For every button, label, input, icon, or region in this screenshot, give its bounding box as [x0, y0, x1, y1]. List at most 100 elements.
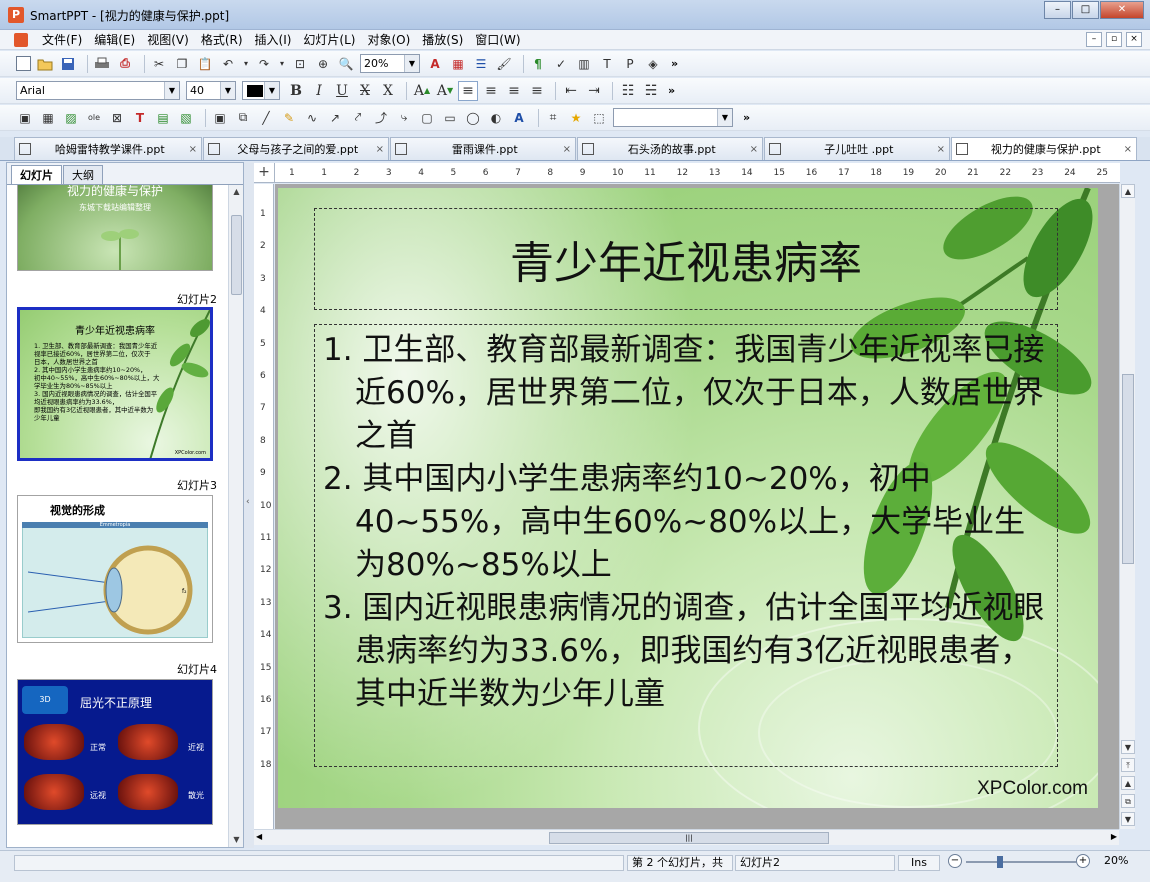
- wordart-icon[interactable]: A: [510, 109, 528, 127]
- font-size-combo[interactable]: 40 ▼: [186, 81, 236, 100]
- doc-tab[interactable]: 父母与孩子之间的爱.ppt ×: [203, 137, 389, 160]
- menu-insert[interactable]: 插入(I): [249, 31, 298, 48]
- chevron-down-icon[interactable]: ▼: [264, 82, 279, 99]
- collapse-icon[interactable]: ‹: [246, 497, 250, 507]
- media-icon[interactable]: ▧: [177, 109, 195, 127]
- zoom-out-icon[interactable]: −: [948, 854, 962, 868]
- canvas-vscrollbar[interactable]: ▲ ▼ ⤒ ▲ ⧉ ▼: [1119, 184, 1135, 829]
- canvas-hscroll-thumb[interactable]: |||: [549, 832, 829, 844]
- minimize-button[interactable]: –: [1044, 1, 1071, 19]
- scroll-down-icon[interactable]: ▼: [229, 833, 244, 847]
- undo-icon[interactable]: ↶: [219, 55, 237, 73]
- zoom-combo[interactable]: 20% ▼: [360, 54, 420, 73]
- more-tools-icon[interactable]: »: [671, 57, 678, 70]
- fit-icon[interactable]: ⊡: [291, 55, 309, 73]
- redo-icon[interactable]: ↷: [255, 55, 273, 73]
- align-left-icon[interactable]: ≡: [458, 80, 478, 101]
- panel-scrollbar[interactable]: ▲ ▼: [228, 185, 243, 847]
- justify-icon[interactable]: ≡: [527, 81, 547, 101]
- doc-tab[interactable]: 哈姆雷特教学课件.ppt ×: [14, 137, 202, 160]
- picture-icon[interactable]: ▨: [62, 109, 80, 127]
- print-icon[interactable]: [93, 55, 111, 73]
- tab-close-icon[interactable]: ×: [376, 144, 384, 155]
- menu-view[interactable]: 视图(V): [141, 31, 195, 48]
- frame-icon[interactable]: ▣: [16, 109, 34, 127]
- tab-close-icon[interactable]: ×: [189, 144, 197, 155]
- menu-object[interactable]: 对象(O): [361, 31, 416, 48]
- tab-close-icon[interactable]: ×: [1124, 144, 1132, 155]
- text-t-icon[interactable]: T: [598, 55, 616, 73]
- underline-icon[interactable]: U: [332, 81, 352, 101]
- maximize-button[interactable]: □: [1072, 1, 1099, 19]
- shrink-font-icon[interactable]: A ▼: [435, 81, 455, 101]
- next-slide-icon[interactable]: ▼: [1121, 812, 1135, 826]
- paragraph-icon[interactable]: ¶: [529, 55, 547, 73]
- shapes-icon[interactable]: ◐: [487, 109, 505, 127]
- redo-dropdown-icon[interactable]: ▾: [278, 55, 286, 73]
- line-icon[interactable]: ╱: [257, 109, 275, 127]
- align-right-icon[interactable]: ≡: [504, 81, 524, 101]
- italic-icon[interactable]: I: [309, 81, 329, 101]
- text-box-icon[interactable]: T: [131, 109, 149, 127]
- curved-connector-icon[interactable]: ⤷: [395, 109, 413, 127]
- zoom-icon[interactable]: ⊕: [314, 55, 332, 73]
- menu-window[interactable]: 窗口(W): [469, 31, 526, 48]
- more-format-icon[interactable]: »: [668, 84, 675, 97]
- undo-dropdown-icon[interactable]: ▾: [242, 55, 250, 73]
- chart-icon[interactable]: ▥: [575, 55, 593, 73]
- slide-thumbnail-2[interactable]: 青少年近视患病率 1. 卫生部、教育部最新调查：我国青少年近 视率已接近60%，…: [17, 307, 213, 461]
- doc-tab-active[interactable]: 视力的健康与保护.ppt ×: [951, 137, 1137, 160]
- align-center-icon[interactable]: ≡: [481, 81, 501, 101]
- slide-paragraph[interactable]: 1. 卫生部、教育部最新调查：我国青少年近视率已接近60%，居世界第二位，仅次于…: [323, 329, 1049, 458]
- ellipse-icon[interactable]: ◯: [464, 109, 482, 127]
- panel-splitter[interactable]: ‹: [244, 162, 254, 848]
- curve-icon[interactable]: ∿: [303, 109, 321, 127]
- layers-icon[interactable]: ◈: [644, 55, 662, 73]
- slide-thumbnail-4[interactable]: 3D 屈光不正原理 正常 近视 远视 散光: [17, 679, 213, 825]
- slide-title[interactable]: 青少年近视患病率: [510, 227, 862, 291]
- color-combo[interactable]: ▼: [242, 81, 280, 100]
- effects-icon[interactable]: ⬚: [590, 109, 608, 127]
- zoom-in-icon[interactable]: +: [1076, 854, 1090, 868]
- connector-icon[interactable]: ⤤: [349, 109, 367, 127]
- rectangle-icon[interactable]: ▢: [418, 109, 436, 127]
- tab-close-icon[interactable]: ×: [563, 144, 571, 155]
- pen-icon[interactable]: ✎: [280, 109, 298, 127]
- new-icon[interactable]: [16, 56, 31, 71]
- text-color-a-icon[interactable]: A: [426, 55, 444, 73]
- doc-tab[interactable]: 子儿吐吐 .ppt ×: [764, 137, 950, 160]
- doc-tab[interactable]: 石头汤的故事.ppt ×: [577, 137, 763, 160]
- chevron-down-icon[interactable]: ▼: [717, 109, 732, 126]
- tab-slides[interactable]: 幻灯片: [11, 165, 62, 184]
- ungroup-icon[interactable]: ⧉: [234, 109, 252, 127]
- image-frame-icon[interactable]: ⊠: [108, 109, 126, 127]
- open-folder-icon[interactable]: [36, 55, 54, 73]
- page-icon[interactable]: P: [621, 55, 639, 73]
- menu-slide[interactable]: 幻灯片(L): [297, 31, 361, 48]
- rounded-rect-icon[interactable]: ▭: [441, 109, 459, 127]
- decrease-indent-icon[interactable]: ⇤: [561, 81, 581, 101]
- menu-edit[interactable]: 编辑(E): [88, 31, 141, 48]
- tab-close-icon[interactable]: ×: [937, 144, 945, 155]
- strikethrough-icon[interactable]: X: [355, 81, 375, 101]
- increase-indent-icon[interactable]: ⇥: [584, 81, 604, 101]
- search-icon[interactable]: 🔍: [337, 55, 355, 73]
- doc-tab[interactable]: 雷雨课件.ppt ×: [390, 137, 576, 160]
- crop-icon[interactable]: ⌗: [544, 109, 562, 127]
- ole-icon[interactable]: ole: [85, 109, 103, 127]
- table-icon[interactable]: ▦: [39, 109, 57, 127]
- menu-format[interactable]: 格式(R): [195, 31, 249, 48]
- doc-close-button[interactable]: ×: [1126, 32, 1142, 47]
- bullet-list-icon[interactable]: ☷: [618, 81, 638, 101]
- slide-paragraph[interactable]: 2. 其中国内小学生患病率约10~20%，初中40~55%，高中生60%~80%…: [323, 458, 1049, 587]
- doc-minimize-button[interactable]: –: [1086, 32, 1102, 47]
- star-icon[interactable]: ★: [567, 109, 585, 127]
- slide-thumbnail-1[interactable]: 视力的健康与保护 东城下载站编辑整理: [17, 185, 213, 271]
- copy-icon[interactable]: ❐: [173, 55, 191, 73]
- chevron-down-icon[interactable]: ▼: [164, 82, 179, 99]
- list-icon[interactable]: ☰: [472, 55, 490, 73]
- title-placeholder[interactable]: 青少年近视患病率: [314, 208, 1058, 310]
- elbow-connector-icon[interactable]: ⤴: [372, 109, 390, 127]
- scroll-right-icon[interactable]: ▶: [1111, 832, 1117, 841]
- panel-scroll-thumb[interactable]: [231, 215, 242, 295]
